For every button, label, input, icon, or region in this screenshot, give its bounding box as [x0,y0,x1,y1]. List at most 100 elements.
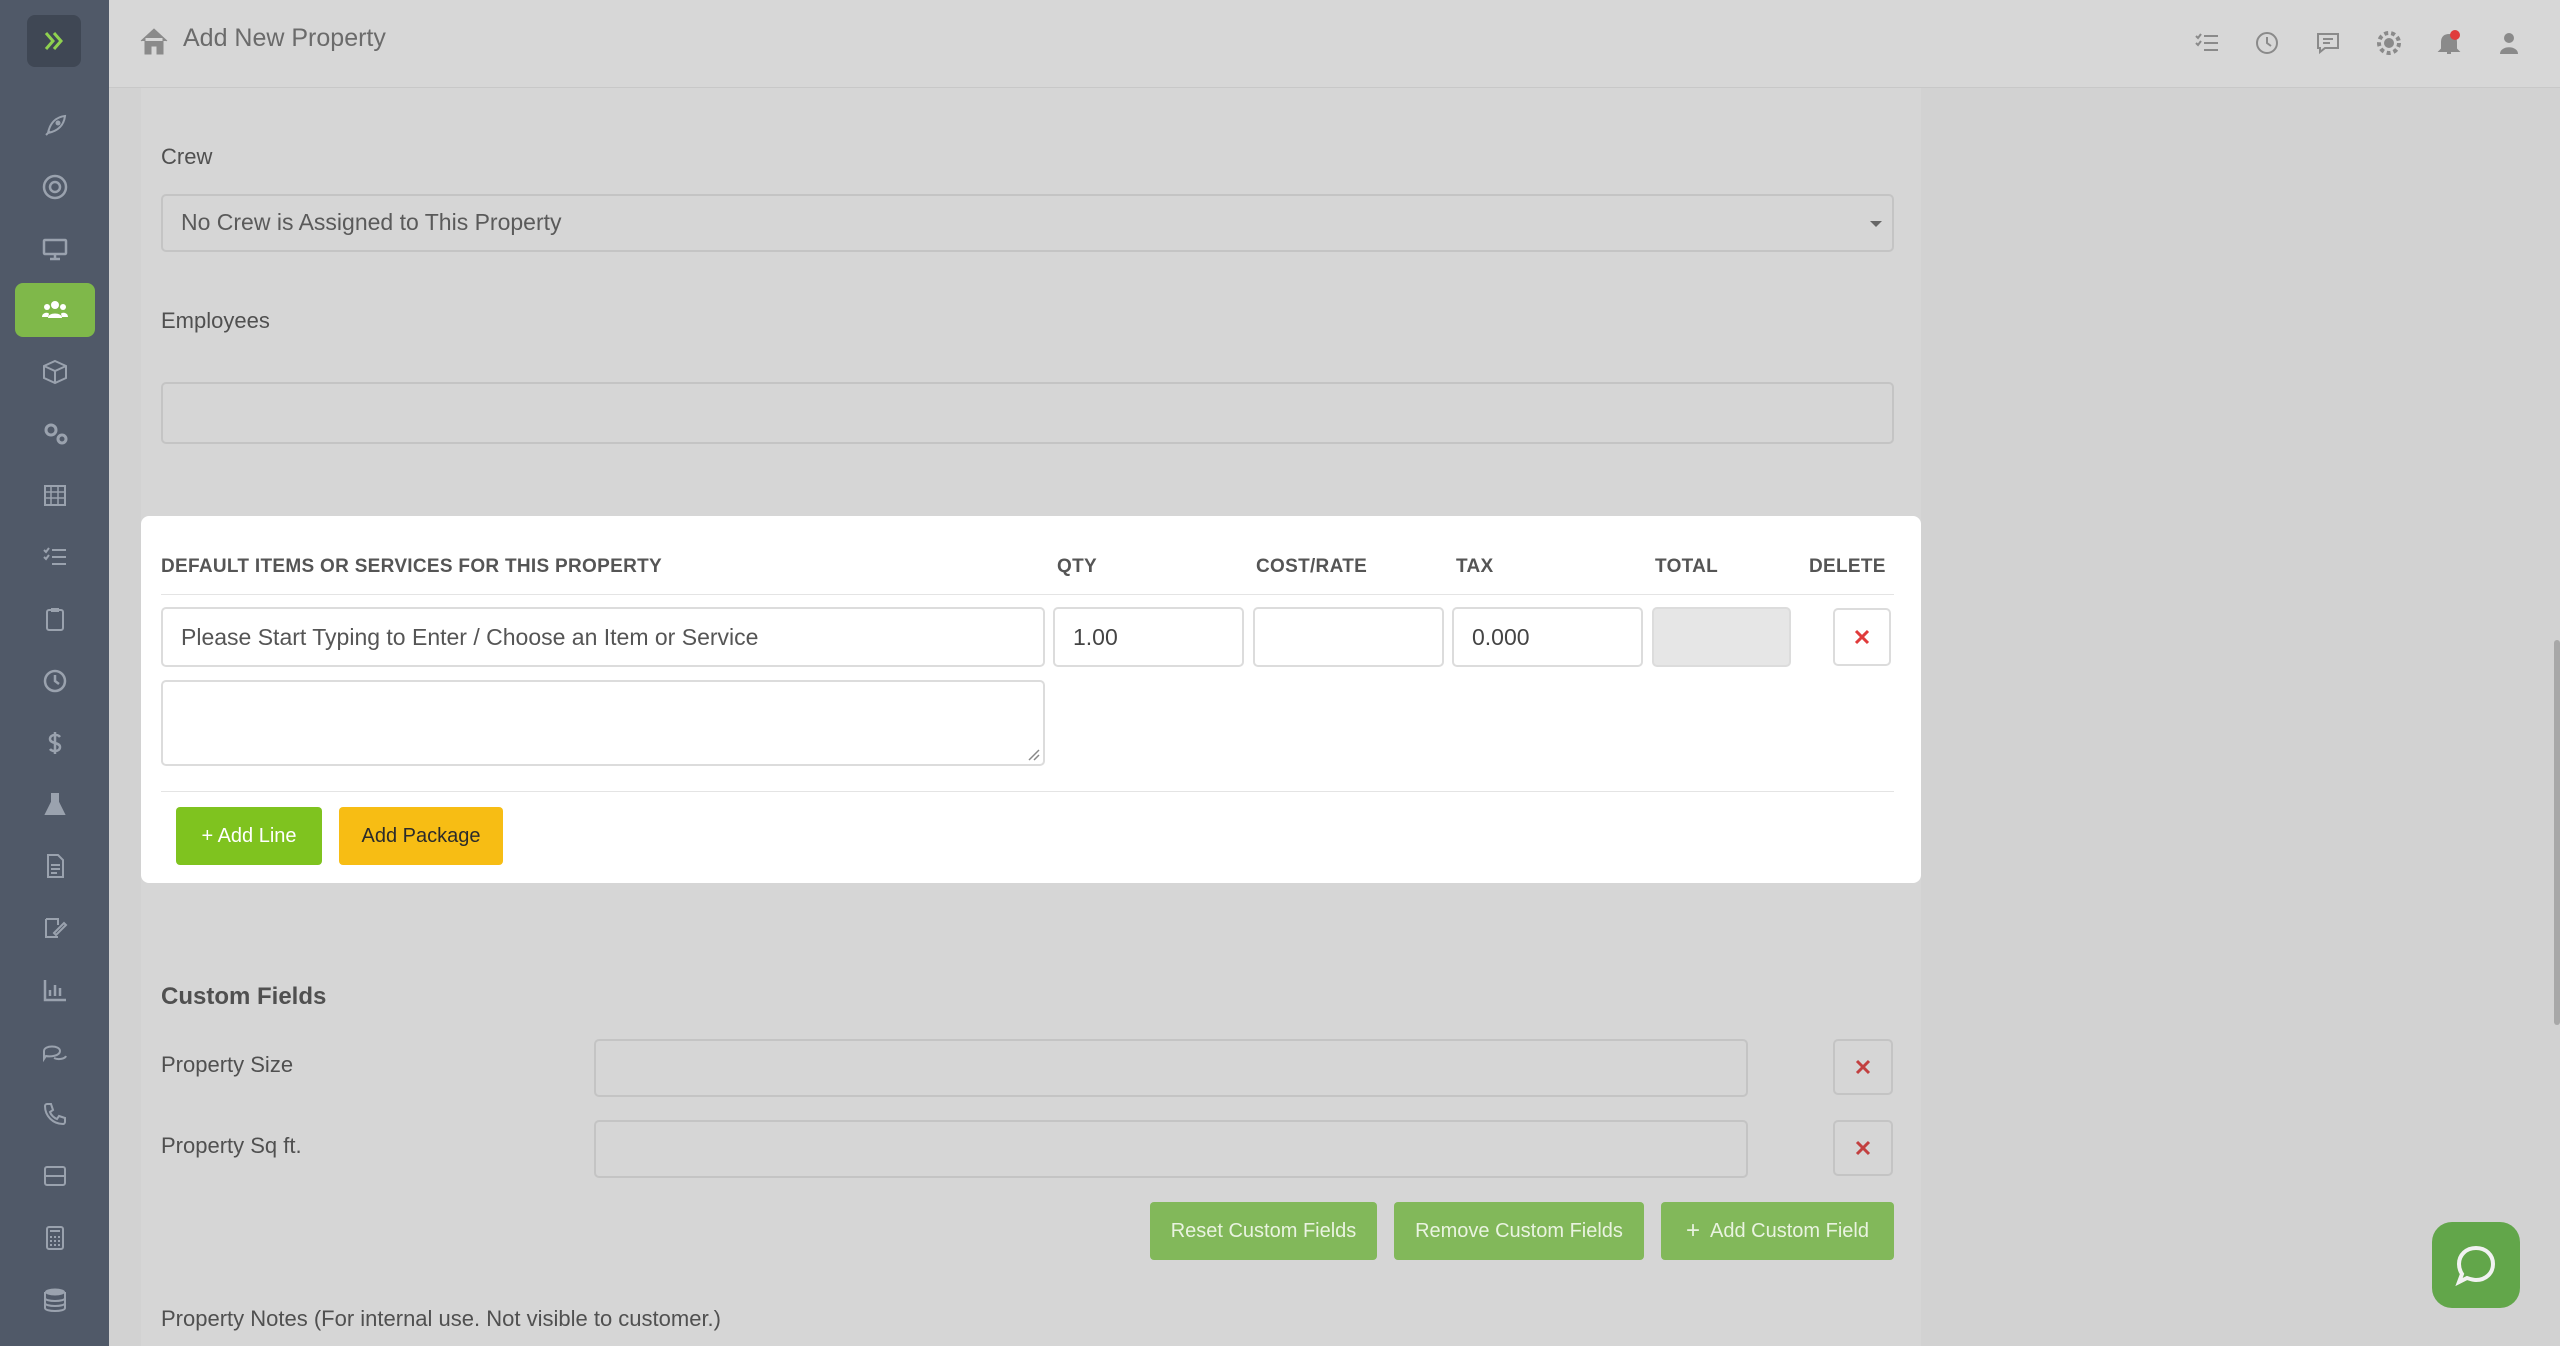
double-chevron-right-icon [44,32,63,50]
rocket-icon [45,114,67,136]
notification-bell-icon[interactable] [2434,28,2464,58]
chat-bubbles-icon [43,1045,67,1063]
plus-icon: + [1686,1217,1701,1244]
lifebuoy-icon [42,174,68,200]
default-items-panel: DEFAULT ITEMS OR SERVICES FOR THIS PROPE… [141,516,1921,883]
sidebar-item-dashboard[interactable] [15,222,95,276]
clock-icon[interactable] [2252,28,2282,58]
sidebar-item-launch[interactable] [15,99,95,153]
property-sqft-input[interactable] [594,1120,1748,1178]
sidebar-item-documents[interactable] [15,839,95,893]
item-description-textarea[interactable] [161,680,1045,766]
page-title: Add New Property [183,24,386,52]
document-icon [47,854,64,878]
delete-custom-field-button[interactable] [1833,1039,1893,1095]
box-icon [43,359,67,385]
message-icon[interactable] [2313,28,2343,58]
sidebar-item-calls[interactable] [15,1087,95,1141]
top-bar: Add New Property [109,0,2560,88]
tax-value: 0.000 [1472,623,1530,650]
calendar-grid-icon [44,485,66,506]
add-custom-field-button[interactable]: + Add Custom Field [1661,1202,1894,1260]
users-icon [42,301,68,318]
monitor-icon [42,238,68,261]
close-icon [1855,1140,1871,1156]
resize-handle-icon[interactable] [1026,747,1040,761]
sidebar-item-customers[interactable] [15,283,95,337]
add-line-button[interactable]: + Add Line [176,807,322,865]
user-profile-icon[interactable] [2494,28,2524,58]
header-divider [161,594,1894,595]
sidebar-item-calculator[interactable] [15,1211,95,1265]
gear-icon[interactable] [2374,28,2404,58]
sidebar-item-billing[interactable] [15,716,95,770]
delete-custom-field-button[interactable] [1833,1120,1893,1176]
custom-fields-title: Custom Fields [161,983,327,1010]
sidebar-item-inventory[interactable] [15,345,95,399]
total-column-header: TOTAL [1655,556,1719,577]
sidebar-item-time[interactable] [15,654,95,708]
task-list-icon[interactable] [2192,28,2222,58]
signature-icon [45,918,68,938]
crew-select[interactable]: No Crew is Assigned to This Property [161,194,1894,252]
sidebar-item-settings[interactable] [15,406,95,460]
right-empty-area [1921,88,2560,1346]
employees-label: Employees [161,308,270,333]
qty-value: 1.00 [1073,623,1118,650]
list-check-icon [43,547,66,565]
sidebar-item-database[interactable] [15,1273,95,1327]
database-icon [44,1288,66,1312]
crew-label: Crew [161,144,213,169]
delete-column-header: DELETE [1809,556,1886,577]
qty-input[interactable]: 1.00 [1053,607,1244,667]
flask-icon [44,793,66,815]
sidebar-item-clipboard[interactable] [15,592,95,646]
property-size-input[interactable] [594,1039,1748,1097]
add-custom-field-label: Add Custom Field [1710,1219,1869,1242]
cost-rate-input[interactable] [1253,607,1444,667]
bar-chart-icon [43,980,66,1002]
live-chat-button[interactable] [2432,1222,2520,1308]
sidebar-item-reports[interactable] [15,963,95,1017]
cost-column-header: COST/RATE [1256,556,1368,577]
employees-select[interactable] [161,382,1894,444]
tax-column-header: TAX [1456,556,1494,577]
page-scrollbar[interactable] [2554,640,2560,1025]
add-package-button[interactable]: Add Package [339,807,503,865]
custom-field-label: Property Size [161,1052,294,1077]
sidebar-item-lab[interactable] [15,778,95,832]
footer-divider [161,791,1894,792]
gears-icon [44,423,68,445]
item-search-placeholder: Please Start Typing to Enter / Choose an… [181,623,759,650]
phone-icon [43,1103,66,1126]
sidebar-item-messages[interactable] [15,1025,95,1079]
sidebar [0,0,109,1346]
sidebar-item-tasks[interactable] [15,530,95,584]
property-notes-label: Property Notes (For internal use. Not vi… [161,1306,721,1331]
home-icon[interactable] [137,24,171,58]
crew-select-value: No Crew is Assigned to This Property [181,209,562,235]
sidebar-item-support[interactable] [15,160,95,214]
dollar-icon [48,732,62,754]
tax-input[interactable]: 0.000 [1452,607,1643,667]
chat-bubble-icon [2455,1245,2496,1287]
custom-field-label: Property Sq ft. [161,1133,302,1158]
chevron-down-icon [1870,221,1882,227]
sidebar-item-calendar[interactable] [15,468,95,522]
item-search-input[interactable]: Please Start Typing to Enter / Choose an… [161,607,1045,667]
sidebar-item-contracts[interactable] [15,901,95,955]
sidebar-item-archive[interactable] [15,1149,95,1203]
qty-column-header: QTY [1057,556,1097,577]
clipboard-icon [46,608,64,631]
inbox-stack-icon [44,1166,66,1186]
total-field [1652,607,1791,667]
close-icon [1854,629,1870,645]
clock-icon [43,669,67,693]
calculator-icon [46,1226,64,1250]
sidebar-toggle-button[interactable] [27,15,81,67]
remove-custom-fields-button[interactable]: Remove Custom Fields [1394,1202,1644,1260]
delete-line-button[interactable] [1833,608,1891,666]
reset-custom-fields-button[interactable]: Reset Custom Fields [1150,1202,1377,1260]
items-column-header: DEFAULT ITEMS OR SERVICES FOR THIS PROPE… [161,556,662,577]
close-icon [1855,1059,1871,1075]
